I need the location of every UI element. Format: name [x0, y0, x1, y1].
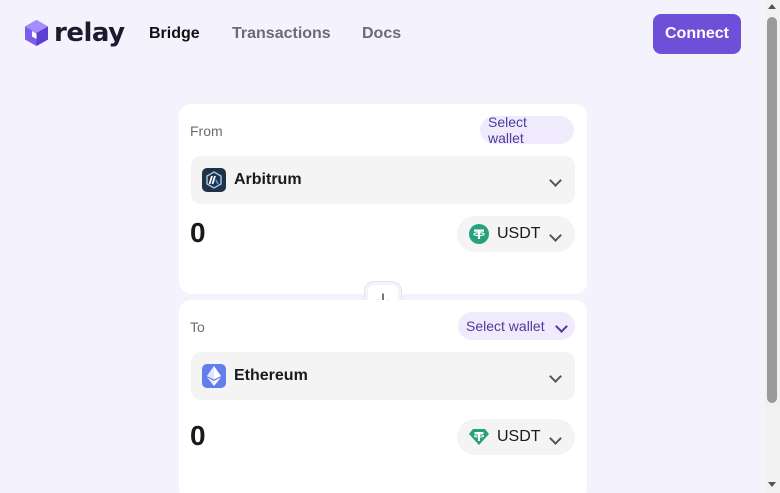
nav-link-transactions[interactable]: Transactions — [232, 24, 331, 44]
from-label: From — [190, 123, 223, 139]
chevron-down-icon — [549, 430, 562, 448]
chevron-down-icon — [549, 227, 562, 245]
from-chain-name: Arbitrum — [234, 171, 302, 188]
nav-link-bridge[interactable]: Bridge — [149, 24, 200, 44]
from-select-wallet-button[interactable]: Select wallet — [480, 114, 574, 146]
to-select-wallet-label: Select wallet — [466, 318, 545, 334]
to-chain-select[interactable]: Ethereum — [191, 352, 575, 400]
to-label: To — [190, 319, 205, 335]
chevron-down-icon — [554, 318, 568, 334]
from-card: From Select wallet Arbitrum 0 USDT — [179, 104, 587, 294]
from-token-symbol: USDT — [497, 225, 541, 242]
arbitrum-icon — [202, 168, 226, 192]
scroll-up-icon[interactable] — [768, 4, 776, 9]
chevron-down-icon — [549, 368, 562, 386]
scroll-down-icon[interactable] — [768, 482, 776, 487]
relay-cube-icon — [25, 20, 48, 46]
nav-link-docs[interactable]: Docs — [362, 24, 401, 44]
from-token-select[interactable]: USDT — [457, 216, 575, 252]
top-nav: relay Bridge Transactions Docs Connect — [0, 0, 765, 68]
tether-icon — [469, 427, 489, 447]
tether-icon — [469, 224, 489, 244]
ethereum-icon — [202, 364, 226, 388]
brand-name: relay — [54, 18, 125, 48]
to-select-wallet-button[interactable]: Select wallet — [458, 312, 575, 340]
to-card: To Select wallet Ethereum 0 USDT — [179, 300, 587, 493]
to-token-select[interactable]: USDT — [457, 419, 575, 455]
to-chain-name: Ethereum — [234, 367, 308, 384]
to-amount-output: 0 — [190, 420, 206, 451]
scrollbar-thumb[interactable] — [767, 17, 777, 403]
from-select-wallet-label: Select wallet — [488, 114, 527, 146]
from-amount-input[interactable]: 0 — [190, 218, 206, 248]
from-chain-select[interactable]: Arbitrum — [191, 156, 575, 204]
connect-button[interactable]: Connect — [653, 14, 741, 54]
to-token-symbol: USDT — [497, 428, 541, 445]
relay-logo[interactable]: relay — [24, 19, 125, 47]
chevron-down-icon — [549, 172, 562, 190]
